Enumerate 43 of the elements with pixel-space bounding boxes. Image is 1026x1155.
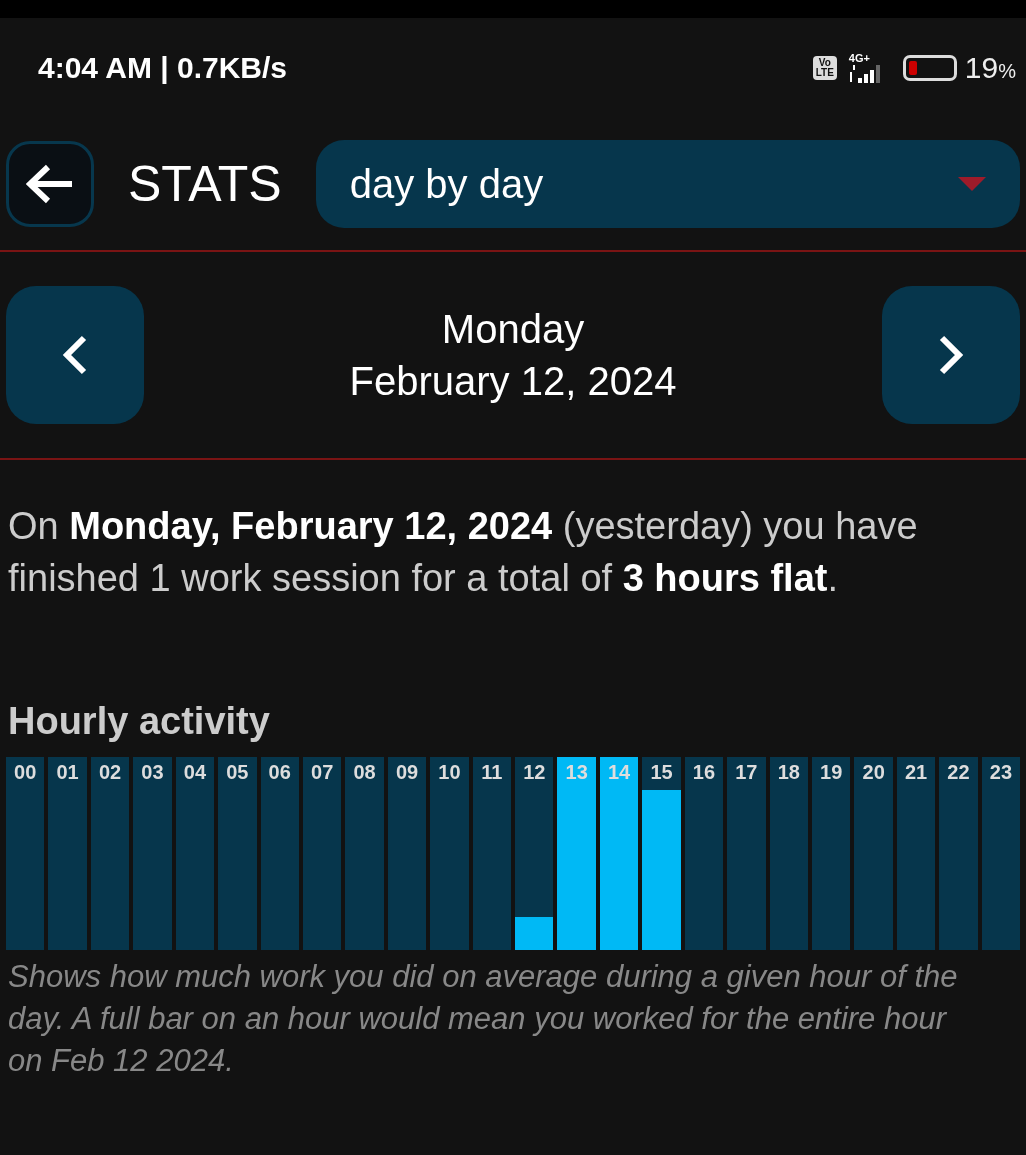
hour-label: 06 xyxy=(267,761,292,784)
hour-label: 09 xyxy=(394,761,420,784)
chevron-right-icon xyxy=(938,335,964,375)
back-arrow-icon xyxy=(26,163,74,205)
period-dropdown[interactable]: day by day xyxy=(315,140,1020,228)
summary-text: On Monday, February 12, 2024 (yesterday) you have finished 1 work session for a total of 3 hours flat. xyxy=(8,504,919,601)
battery-percent: 19% xyxy=(964,51,1016,85)
hour-label: 10 xyxy=(437,761,462,784)
battery-icon xyxy=(902,55,957,81)
next-day-button[interactable] xyxy=(882,286,1020,424)
chevron-left-icon xyxy=(62,335,88,375)
hour-label: 23 xyxy=(988,761,1014,784)
hour-label: 05 xyxy=(225,761,250,784)
dropdown-caret-icon xyxy=(958,177,986,191)
hour-label: 00 xyxy=(13,761,38,784)
network-type: 4G+ xyxy=(848,52,870,64)
weekday-label: Monday xyxy=(441,306,585,353)
status-time: 4:04 AM | 0.7KB/s xyxy=(38,51,289,85)
hour-label: 19 xyxy=(819,761,844,784)
hour-label: 16 xyxy=(691,761,717,784)
hour-label: 13 xyxy=(564,761,589,784)
hour-label: 03 xyxy=(140,761,165,784)
hour-label: 02 xyxy=(97,761,123,784)
hour-label: 01 xyxy=(55,761,80,784)
hour-label: 17 xyxy=(734,761,759,784)
volte-icon: Vo LTE xyxy=(812,56,837,80)
hour-label: 15 xyxy=(649,761,674,784)
page-title: STATS xyxy=(128,155,282,213)
previous-day-button[interactable] xyxy=(6,286,144,424)
section-heading: Hourly activity xyxy=(8,700,271,743)
hour-label: 21 xyxy=(903,761,929,784)
hour-label: 07 xyxy=(310,761,335,784)
hour-label: 22 xyxy=(946,761,971,784)
hour-label: 12 xyxy=(522,761,547,784)
hour-label: 04 xyxy=(182,761,207,784)
hour-label: 20 xyxy=(861,761,886,784)
hour-label: 14 xyxy=(607,761,632,784)
hour-label: 11 xyxy=(480,761,504,784)
date-label: February 12, 2024 xyxy=(349,358,677,405)
hour-label: 08 xyxy=(352,761,377,784)
chart-caption: Shows how much work you did on average during a given hour of the day. A full bar on an hour would mean you worked for the entire hour on Feb 12 2024. xyxy=(8,958,959,1080)
hour-label: 18 xyxy=(776,761,801,784)
back-button[interactable] xyxy=(6,141,94,227)
